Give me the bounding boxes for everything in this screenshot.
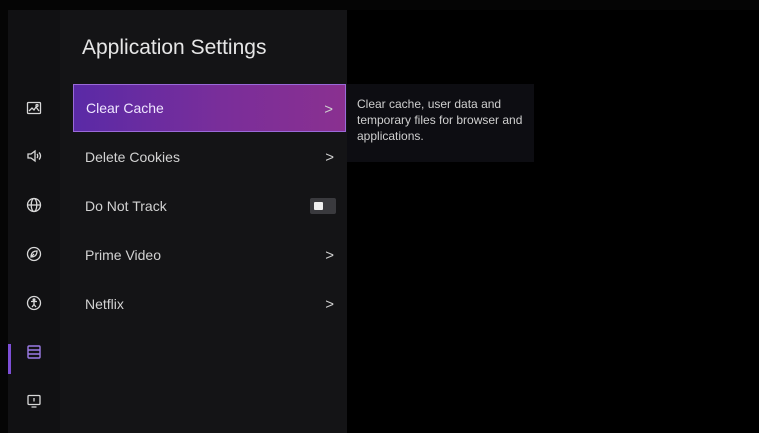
menu-item-label: Clear Cache — [86, 100, 164, 116]
eco-icon — [26, 246, 42, 267]
menu-item-label: Delete Cookies — [85, 149, 180, 165]
menu-item-label: Netflix — [85, 296, 124, 312]
rail-item-picture[interactable] — [8, 90, 60, 130]
rail-active-indicator — [8, 344, 11, 374]
chevron-right-icon: > — [325, 148, 334, 166]
rail-item-apps[interactable] — [8, 334, 60, 374]
menu-item-label: Do Not Track — [85, 198, 167, 214]
page-title: Application Settings — [82, 36, 267, 59]
menu-item-label: Prime Video — [85, 247, 162, 263]
rail-item-network[interactable] — [8, 187, 60, 227]
sound-icon — [26, 148, 42, 169]
system-icon — [26, 393, 42, 414]
network-icon — [26, 197, 42, 218]
accessibility-icon — [26, 295, 42, 316]
item-description: Clear cache, user data and temporary fil… — [357, 97, 523, 143]
apps-icon — [26, 344, 42, 365]
menu-item-delete-cookies[interactable]: Delete Cookies > — [73, 133, 346, 181]
do-not-track-toggle[interactable] — [310, 198, 336, 214]
menu-item-do-not-track[interactable]: Do Not Track — [73, 182, 346, 230]
rail-item-system[interactable] — [8, 383, 60, 423]
chevron-right-icon: > — [325, 246, 334, 264]
chevron-right-icon: > — [325, 295, 334, 313]
rail-item-accessibility[interactable] — [8, 285, 60, 325]
menu-item-clear-cache[interactable]: Clear Cache > — [73, 84, 346, 132]
rail-item-sound[interactable] — [8, 138, 60, 178]
chevron-right-icon: > — [324, 100, 333, 118]
category-rail — [8, 10, 60, 433]
menu-item-netflix[interactable]: Netflix > — [73, 280, 346, 328]
menu-item-prime-video[interactable]: Prime Video > — [73, 231, 346, 279]
picture-icon — [26, 100, 42, 121]
toggle-knob — [314, 202, 323, 210]
rail-item-eco[interactable] — [8, 236, 60, 276]
